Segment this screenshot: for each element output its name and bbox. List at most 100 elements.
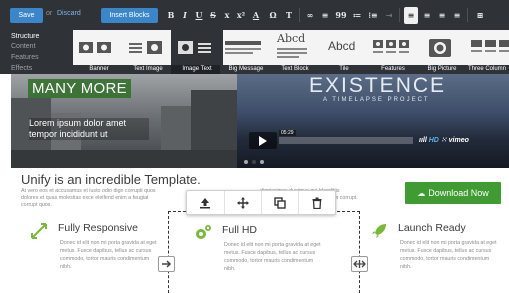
table-button[interactable]: ⊞ bbox=[473, 7, 487, 24]
resize-icon bbox=[31, 223, 47, 239]
italic-button[interactable]: I bbox=[178, 7, 192, 24]
feature-body: Donec id elit non mi porta gravida at eg… bbox=[60, 240, 157, 270]
block-label: Text Image bbox=[122, 65, 174, 74]
video-time: 05:29 bbox=[279, 130, 296, 136]
link-button[interactable]: ∞ bbox=[303, 7, 317, 24]
slider-dot-active[interactable] bbox=[252, 160, 256, 164]
superscript-button[interactable]: x² bbox=[234, 7, 248, 24]
features-thumbnail-icon bbox=[373, 40, 409, 53]
insert-blocks-button[interactable]: Insert Blocks bbox=[101, 8, 158, 23]
delete-button[interactable] bbox=[298, 191, 335, 214]
slider-dot[interactable] bbox=[260, 160, 264, 164]
arrow-right-icon bbox=[162, 260, 172, 268]
play-icon[interactable] bbox=[249, 132, 277, 149]
vimeo-logo[interactable]: vimeo bbox=[449, 137, 469, 144]
hero-heading: MANY MORE bbox=[28, 79, 131, 98]
discard-link[interactable]: Discard bbox=[57, 10, 81, 17]
category-effects[interactable]: Effects bbox=[11, 65, 32, 72]
block-label: Features bbox=[367, 65, 419, 74]
block-label: Big Picture bbox=[416, 65, 468, 74]
big-message-thumbnail-icon bbox=[225, 41, 261, 54]
hd-toggle[interactable]: HD bbox=[429, 137, 439, 144]
block-category-panel: Structure Content Features Effects bbox=[0, 30, 73, 74]
banner-thumbnail-icon bbox=[79, 42, 111, 53]
category-structure[interactable]: Structure bbox=[11, 33, 39, 40]
three-column-thumbnail-icon bbox=[471, 40, 509, 52]
quote-button[interactable]: 99 bbox=[334, 7, 348, 24]
block-label: Tile bbox=[318, 65, 370, 74]
video-title: EXISTENCE bbox=[309, 74, 447, 97]
block-big-message[interactable]: Big Message bbox=[220, 30, 272, 74]
text-image-thumbnail-icon bbox=[129, 41, 162, 54]
upload-button[interactable] bbox=[187, 191, 224, 214]
toolbar-divider bbox=[467, 8, 468, 22]
rocket-icon bbox=[372, 224, 386, 238]
align-center-button[interactable]: ≡ bbox=[420, 7, 434, 24]
video-player[interactable]: EXISTENCE A TIMELAPSE PROJECT 05:29 ııll… bbox=[237, 74, 509, 168]
video-controls: ııll HD ⁙ vimeo bbox=[419, 136, 469, 144]
slider-dot[interactable] bbox=[244, 160, 248, 164]
fullscreen-icon[interactable]: ⁙ bbox=[441, 137, 447, 144]
numbered-list-button[interactable]: ⁝≡ bbox=[366, 7, 380, 24]
cloud-download-icon: ☁ bbox=[417, 189, 426, 198]
block-features[interactable]: Features bbox=[367, 30, 419, 74]
block-label: Image Text bbox=[171, 65, 223, 74]
resize-right-handle[interactable] bbox=[351, 256, 368, 272]
outdent-button[interactable]: ⇥ bbox=[382, 7, 396, 24]
block-text-image[interactable]: Text Image bbox=[122, 30, 174, 74]
feature-title: Launch Ready bbox=[398, 222, 466, 234]
save-button[interactable]: Save bbox=[10, 8, 43, 23]
font-color-button[interactable]: A bbox=[249, 7, 263, 24]
block-image-text[interactable]: Image Text bbox=[171, 30, 223, 74]
subscript-button[interactable]: x bbox=[220, 7, 234, 24]
block-big-picture[interactable]: Big Picture bbox=[416, 30, 468, 74]
underline-button[interactable]: U bbox=[192, 7, 206, 24]
block-label: Big Message bbox=[220, 65, 272, 74]
special-char-button[interactable]: Ω bbox=[266, 7, 280, 24]
category-features[interactable]: Features bbox=[11, 54, 39, 61]
block-floating-toolbar bbox=[186, 190, 336, 215]
text-block-thumbnail-icon bbox=[277, 48, 307, 58]
move-left-handle[interactable] bbox=[158, 256, 175, 272]
volume-icon[interactable]: ııll bbox=[419, 137, 427, 144]
resize-horizontal-icon bbox=[353, 260, 366, 268]
feature-body: Donec id elit non mi porta gravida at eg… bbox=[400, 240, 497, 270]
feature-title: Fully Responsive bbox=[58, 222, 138, 234]
block-label: Text Block bbox=[269, 65, 321, 74]
section-heading: Unify is an incredible Template. bbox=[21, 172, 201, 187]
hero-text: Lorem ipsum dolor amet tempor incididunt… bbox=[29, 118, 149, 140]
delete-icon bbox=[312, 197, 322, 209]
align-justify-button[interactable]: ≡ bbox=[450, 7, 464, 24]
block-text-block[interactable]: Abcd Text Block bbox=[269, 30, 321, 74]
align-right-button[interactable]: ≡ bbox=[435, 7, 449, 24]
block-banner[interactable]: Banner bbox=[73, 30, 125, 74]
duplicate-button[interactable] bbox=[261, 191, 298, 214]
video-subtitle: A TIMELAPSE PROJECT bbox=[323, 97, 430, 103]
hero-section: MANY MORE Lorem ipsum dolor amet tempor … bbox=[11, 74, 509, 168]
align-left-button[interactable]: ≡ bbox=[404, 7, 418, 24]
category-content[interactable]: Content bbox=[11, 43, 36, 50]
video-progress-bar[interactable] bbox=[279, 137, 413, 144]
toolbar-divider bbox=[299, 8, 300, 22]
hero-photo: MANY MORE Lorem ipsum dolor amet tempor … bbox=[11, 74, 237, 168]
strikethrough-button[interactable]: S bbox=[206, 7, 220, 24]
toolbar-divider bbox=[399, 8, 400, 22]
indent-button[interactable]: ≡ bbox=[318, 7, 332, 24]
block-thumbnails: Banner Text Image Image Text Big Message… bbox=[73, 30, 509, 74]
big-picture-thumbnail-icon bbox=[429, 39, 451, 57]
ground-shape bbox=[11, 150, 237, 168]
block-three-column[interactable]: Three Column bbox=[465, 30, 509, 74]
block-label: Banner bbox=[73, 65, 125, 74]
editor-toolbar: Save or Discard Insert Blocks B I U S x … bbox=[0, 0, 509, 30]
bold-button[interactable]: B bbox=[164, 7, 178, 24]
block-tile[interactable]: Abcd Tile bbox=[318, 30, 370, 74]
download-label: Download Now bbox=[428, 188, 489, 198]
bulleted-list-button[interactable]: ≔ bbox=[350, 7, 364, 24]
text-size-button[interactable]: T bbox=[282, 7, 296, 24]
block-label: Three Column bbox=[465, 65, 509, 74]
upload-icon bbox=[200, 198, 210, 209]
intro-text: At vero eos et accusamus et iusto odio d… bbox=[21, 188, 156, 208]
image-text-thumbnail-icon bbox=[178, 41, 211, 54]
move-button[interactable] bbox=[224, 191, 261, 214]
download-button[interactable]: ☁ Download Now bbox=[405, 182, 501, 204]
